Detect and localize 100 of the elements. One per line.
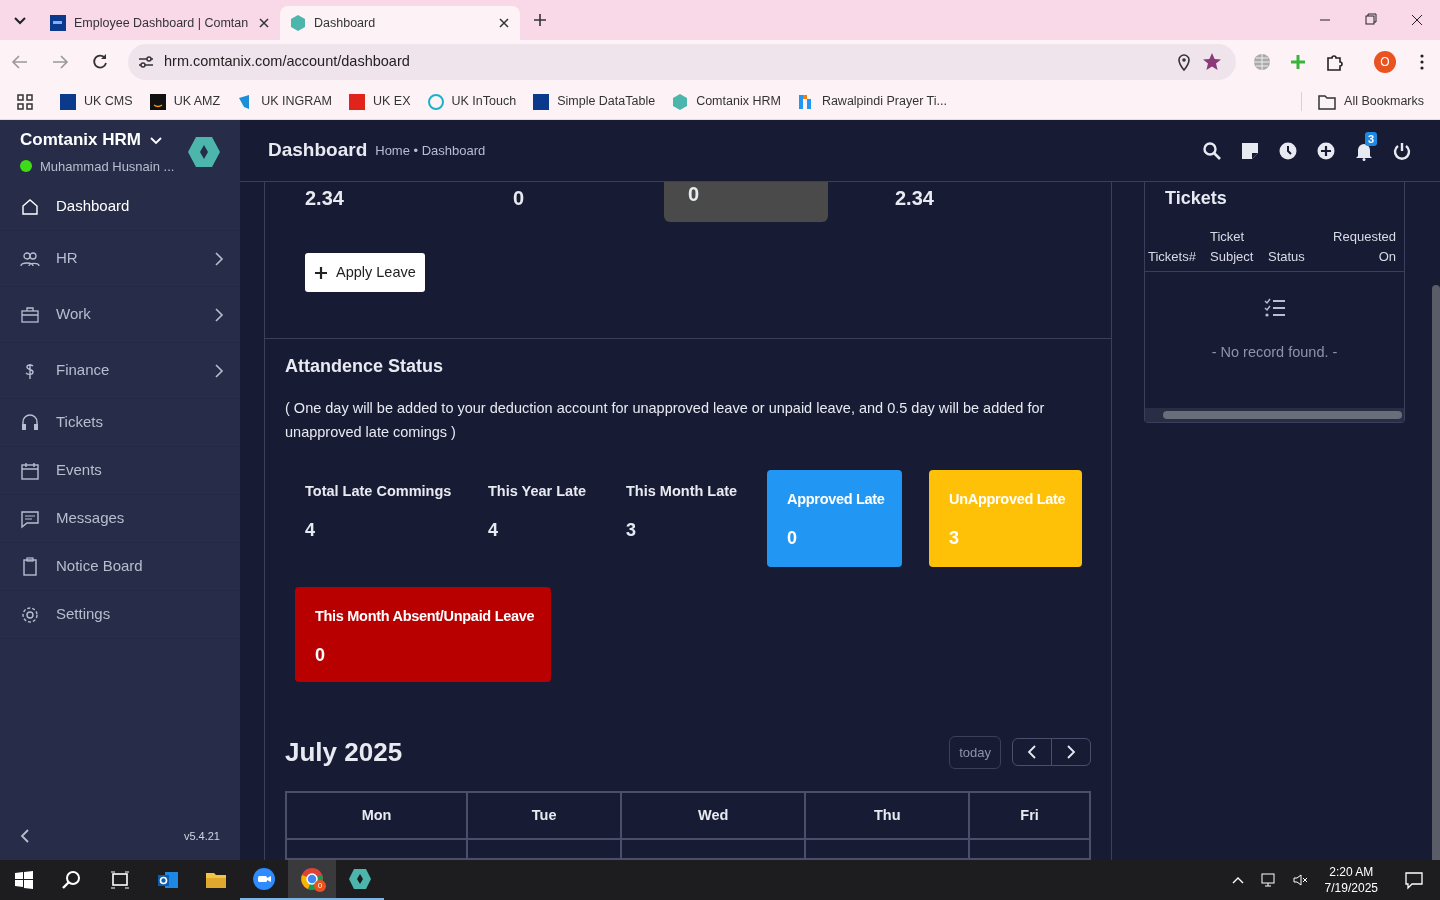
previous-button[interactable] [1012, 738, 1052, 767]
power-icon[interactable] [1392, 140, 1412, 161]
site-icon [533, 93, 550, 110]
stat-label: Total Late Commings [305, 481, 453, 500]
message-icon [20, 508, 40, 529]
apps-icon[interactable] [16, 92, 34, 111]
app-icon[interactable] [348, 867, 372, 891]
sidebar-item[interactable]: Settings [0, 591, 240, 639]
url-text: hrm.comtanix.com/account/dashboard [164, 52, 411, 72]
notification-icon[interactable] [1404, 870, 1424, 890]
note-text: ( One day will be added to your deduction account for unapproved leave or unpaid leave, and 0.5 day will be added for unapproved late comings ) [285, 398, 1046, 442]
close-icon[interactable] [258, 17, 270, 29]
bookmark-link[interactable]: UK INGRAM [237, 92, 332, 111]
brand-name: Comtanix HRM [20, 129, 141, 151]
version-text: v5.4.21 [183, 828, 220, 844]
task-view-icon[interactable] [108, 868, 132, 892]
bookmark-link[interactable]: UK InTouch [427, 92, 517, 111]
bookmark-folder[interactable]: All Bookmarks [1301, 92, 1424, 111]
add-icon[interactable] [1316, 140, 1336, 161]
page-title: Dashboard [268, 138, 368, 163]
bookmark-link[interactable]: Rawalpindi Prayer Ti... [797, 92, 947, 111]
bookmark-link[interactable]: UK AMZ [149, 92, 221, 111]
profile-avatar[interactable]: O [1374, 51, 1396, 73]
column-header: Ticket Subject [1210, 228, 1255, 267]
address-bar[interactable]: hrm.comtanix.com/account/dashboard [128, 44, 1236, 80]
column-header: Tickets# [1148, 248, 1197, 267]
new-tab-icon[interactable] [532, 12, 548, 28]
stat-value: 2.34 [895, 186, 935, 211]
scrollbar-thumb[interactable] [1163, 411, 1402, 420]
browser-tab[interactable]: Dashboard [280, 6, 520, 40]
column-header: Requested On [1332, 228, 1396, 267]
site-icon [50, 15, 66, 31]
mute-icon[interactable] [1292, 872, 1309, 888]
today-button[interactable]: today [949, 735, 1001, 769]
star-icon[interactable] [1202, 52, 1222, 72]
video-app-icon[interactable] [252, 867, 276, 891]
sidebar-item[interactable]: Dashboard [0, 183, 240, 231]
sidebar-item[interactable]: Messages [0, 495, 240, 543]
site-icon [797, 93, 814, 110]
plus-icon [314, 265, 328, 280]
column-header: Status [1268, 248, 1306, 267]
clock-date: 7/19/2025 [1324, 880, 1378, 896]
user-name: Muhammad Husnain ... [40, 157, 175, 176]
next-button[interactable] [1051, 738, 1091, 767]
bookmark-link[interactable]: UK EX [349, 92, 411, 111]
windows-logo-icon[interactable] [12, 868, 36, 892]
sidebar-item[interactable]: HR [0, 231, 240, 287]
folder-icon [1318, 93, 1337, 110]
site-icon [427, 93, 444, 110]
gear-icon [20, 604, 40, 625]
site-icon [60, 93, 76, 110]
stat-value: 4 [305, 518, 316, 542]
note-icon[interactable] [1240, 140, 1260, 161]
home-icon [20, 196, 40, 217]
stat-box: 0 [664, 182, 828, 223]
scrollbar-thumb[interactable] [1432, 285, 1440, 860]
tab-title: Dashboard [314, 14, 377, 32]
browser-tab[interactable]: Employee Dashboard | Comtan [40, 6, 280, 40]
sidebar-item[interactable]: Tickets [0, 399, 240, 447]
network-icon[interactable] [1260, 872, 1277, 888]
empty-message: - No record found. - [1211, 343, 1338, 363]
notification-badge: 3 [1365, 131, 1378, 146]
chevron-right-icon [1066, 745, 1076, 760]
headset-icon [20, 412, 40, 433]
puzzle-icon[interactable] [1324, 52, 1344, 72]
sidebar-item[interactable]: Notice Board [0, 543, 240, 591]
site-icon [149, 93, 166, 110]
bookmark-link[interactable]: UK CMS [60, 92, 133, 111]
sidebar-item[interactable]: Events [0, 447, 240, 495]
stat-value: 0 [513, 186, 526, 211]
clock-icon[interactable] [1278, 140, 1298, 161]
browser-badge: 0 [314, 880, 326, 892]
checklist-icon [1263, 298, 1286, 319]
stat-value: 4 [488, 518, 499, 542]
calendar-icon [20, 460, 40, 481]
status-card: This Month Absent/Unpaid Leave 0 [295, 586, 551, 682]
app-logo-icon [188, 136, 220, 167]
site-icon [290, 15, 306, 31]
calendar-title: July 2025 [285, 736, 404, 769]
apply-leave-button[interactable]: Apply Leave [305, 253, 425, 293]
clipboard-icon [20, 556, 40, 577]
sidebar-item[interactable]: Finance [0, 343, 240, 399]
breadcrumb-text: Home • Dashboard [375, 141, 486, 160]
site-icon [672, 93, 689, 110]
day-header: Wed [621, 792, 806, 839]
briefcase-icon [20, 304, 40, 325]
sidebar-item[interactable]: Work [0, 287, 240, 343]
stat-value: 3 [626, 518, 637, 542]
clock-time: 2:20 AM [1328, 864, 1375, 880]
stat-label: This Year Late [488, 481, 588, 500]
collapse-icon[interactable] [20, 829, 30, 843]
day-header: Mon [286, 792, 468, 839]
bookmark-link[interactable]: Comtanix HRM [672, 92, 781, 111]
close-icon[interactable] [498, 17, 510, 29]
search-icon[interactable] [1202, 140, 1222, 161]
stat-value: 2.34 [305, 186, 345, 211]
stat-label: This Month Late [626, 481, 739, 500]
card-title: Tickets [1164, 187, 1228, 211]
site-icon [349, 93, 365, 110]
bookmark-link[interactable]: Simple DataTable [533, 92, 656, 111]
